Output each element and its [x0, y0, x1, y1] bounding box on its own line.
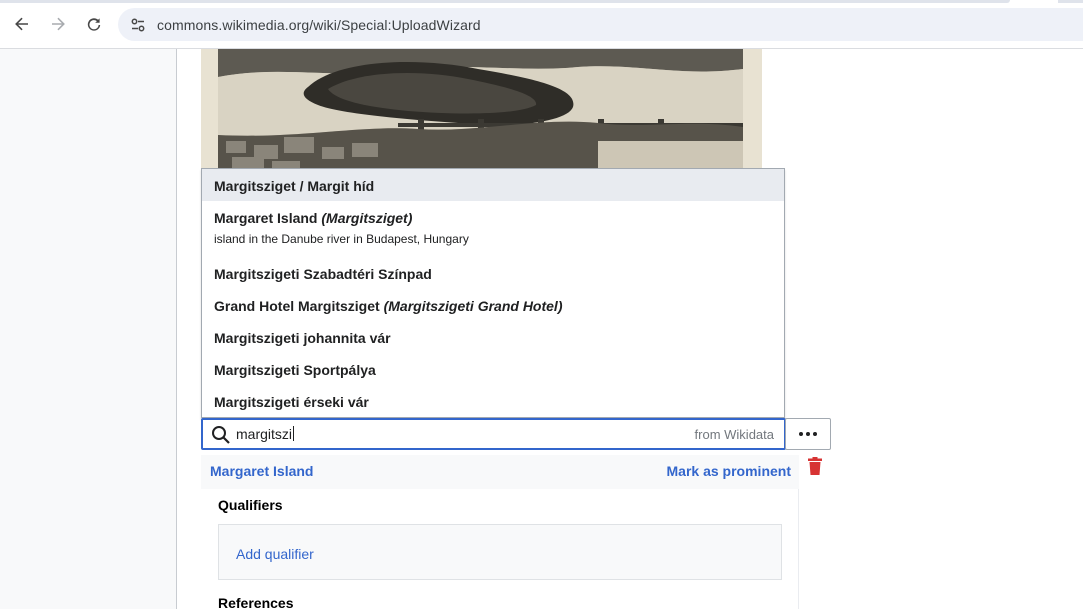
wikidata-search-input[interactable]: margitszi from Wikidata [201, 418, 786, 450]
page-left-margin [0, 49, 177, 609]
suggestion-alias: (Margitszigeti Grand Hotel) [383, 298, 563, 314]
search-source-hint: from Wikidata [694, 427, 774, 442]
add-qualifier-link[interactable]: Add qualifier [236, 546, 314, 562]
site-info-button[interactable] [126, 13, 150, 37]
more-options-button[interactable] [785, 418, 831, 450]
ellipsis-dot [813, 432, 817, 436]
search-icon [212, 426, 230, 444]
ellipsis-icon [799, 432, 803, 436]
delete-icon[interactable] [807, 457, 823, 475]
suggestion-label: Grand Hotel Margitsziget [214, 298, 380, 314]
ellipsis-dot [806, 432, 810, 436]
suggestion-label: Margitszigeti Sportpálya [214, 362, 376, 378]
qualifiers-heading: Qualifiers [218, 497, 283, 513]
suggestion-item[interactable]: Margitszigeti johannita vár [202, 321, 784, 353]
autocomplete-menu: Margitsziget / Margit híd Margaret Islan… [201, 168, 785, 418]
search-input-value: margitszi [236, 426, 295, 442]
url-text: commons.wikimedia.org/wiki/Special:Uploa… [157, 17, 481, 33]
suggestion-item[interactable]: Grand Hotel Margitsziget (Margitszigeti … [202, 289, 784, 321]
suggestion-label: Margaret Island [214, 210, 318, 226]
suggestion-label: Margitsziget / Margit híd [214, 178, 375, 194]
reload-button[interactable] [80, 10, 108, 38]
suggestion-item[interactable]: Margitsziget / Margit híd [202, 169, 784, 201]
budapest-postcard-image [218, 49, 743, 174]
card-divider [798, 489, 799, 609]
suggestion-item[interactable]: Margaret Island (Margitsziget) island in… [202, 201, 784, 255]
tab-strip-edge [0, 0, 1010, 3]
suggestion-label: Margitszigeti érseki vár [214, 394, 369, 410]
tune-icon [131, 18, 145, 32]
suggestion-item[interactable]: Margitszigeti Szabadtéri Színpad [202, 257, 784, 289]
suggestion-description: island in the Danube river in Budapest, … [214, 232, 469, 246]
mark-prominent-button[interactable]: Mark as prominent [667, 463, 791, 479]
browser-toolbar: commons.wikimedia.org/wiki/Special:Uploa… [0, 0, 1083, 49]
qualifiers-panel: Add qualifier [218, 524, 782, 580]
reload-icon [87, 18, 101, 31]
statement-value-link[interactable]: Margaret Island [210, 463, 313, 479]
suggestion-label: Margitszigeti johannita vár [214, 330, 391, 346]
arrow-right-icon [52, 17, 65, 31]
suggestion-item[interactable]: Margitszigeti Sportpálya [202, 353, 784, 385]
arrow-left-icon [15, 17, 28, 31]
suggestion-alias: (Margitsziget) [321, 210, 413, 226]
statement-header: Margaret Island Mark as prominent [201, 455, 799, 489]
tab-strip-edge-right [1058, 0, 1083, 3]
back-button[interactable] [8, 10, 36, 38]
text-caret [293, 426, 295, 441]
forward-button[interactable] [44, 10, 72, 38]
suggestion-label: Margitszigeti Szabadtéri Színpad [214, 266, 432, 282]
uploaded-photo-thumbnail [201, 49, 762, 179]
address-bar[interactable]: commons.wikimedia.org/wiki/Special:Uploa… [118, 8, 1083, 41]
suggestion-item[interactable]: Margitszigeti érseki vár [202, 385, 784, 417]
